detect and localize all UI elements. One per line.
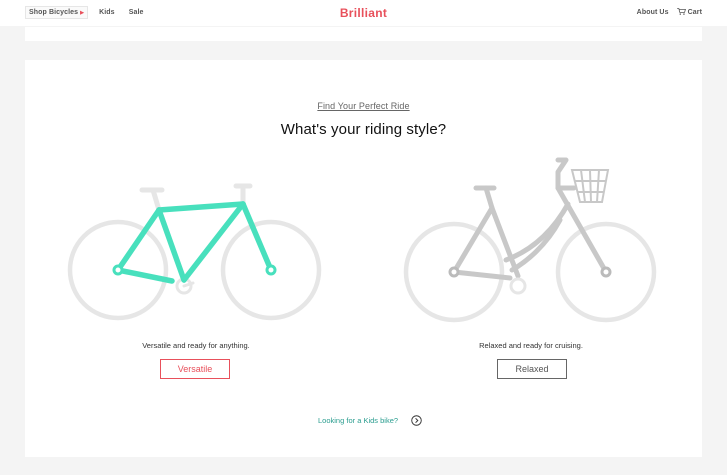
- nav-cart-label: Cart: [687, 9, 702, 16]
- nav-about[interactable]: About Us: [637, 9, 669, 16]
- cruiser-wheels: [403, 221, 657, 323]
- top-nav: Shop Bicycles ▶ Kids Sale Brilliant About…: [0, 0, 727, 26]
- nav-right: About Us Cart: [629, 8, 702, 16]
- basket-icon: [570, 169, 610, 203]
- kids-bike-link[interactable]: Looking for a Kids bike?: [318, 415, 422, 426]
- versatile-button[interactable]: Versatile: [160, 359, 230, 379]
- find-your-ride-link[interactable]: Find Your Perfect Ride: [317, 101, 409, 111]
- banner-strip: [25, 27, 702, 41]
- brand-logo[interactable]: Brilliant: [340, 6, 387, 20]
- nav-cart[interactable]: Cart: [676, 8, 702, 16]
- eyebrow-wrap: Find Your Perfect Ride: [0, 101, 727, 111]
- arrow-right-circle-icon: [411, 415, 422, 426]
- brand-logo-wrap: Brilliant: [0, 6, 727, 20]
- versatile-bike-illustration[interactable]: [60, 150, 330, 330]
- versatile-caption: Versatile and ready for anything.: [142, 341, 250, 350]
- relaxed-bike-illustration[interactable]: [398, 150, 668, 330]
- page-title: What's your riding style?: [280, 121, 447, 138]
- relaxed-caption: Relaxed and ready for cruising.: [479, 341, 583, 350]
- cruiser-frame: [451, 157, 609, 281]
- kids-bike-link-label: Looking for a Kids bike?: [318, 416, 399, 425]
- relaxed-button[interactable]: Relaxed: [497, 359, 567, 379]
- cart-icon: [676, 8, 686, 15]
- bike-frame: [115, 201, 274, 284]
